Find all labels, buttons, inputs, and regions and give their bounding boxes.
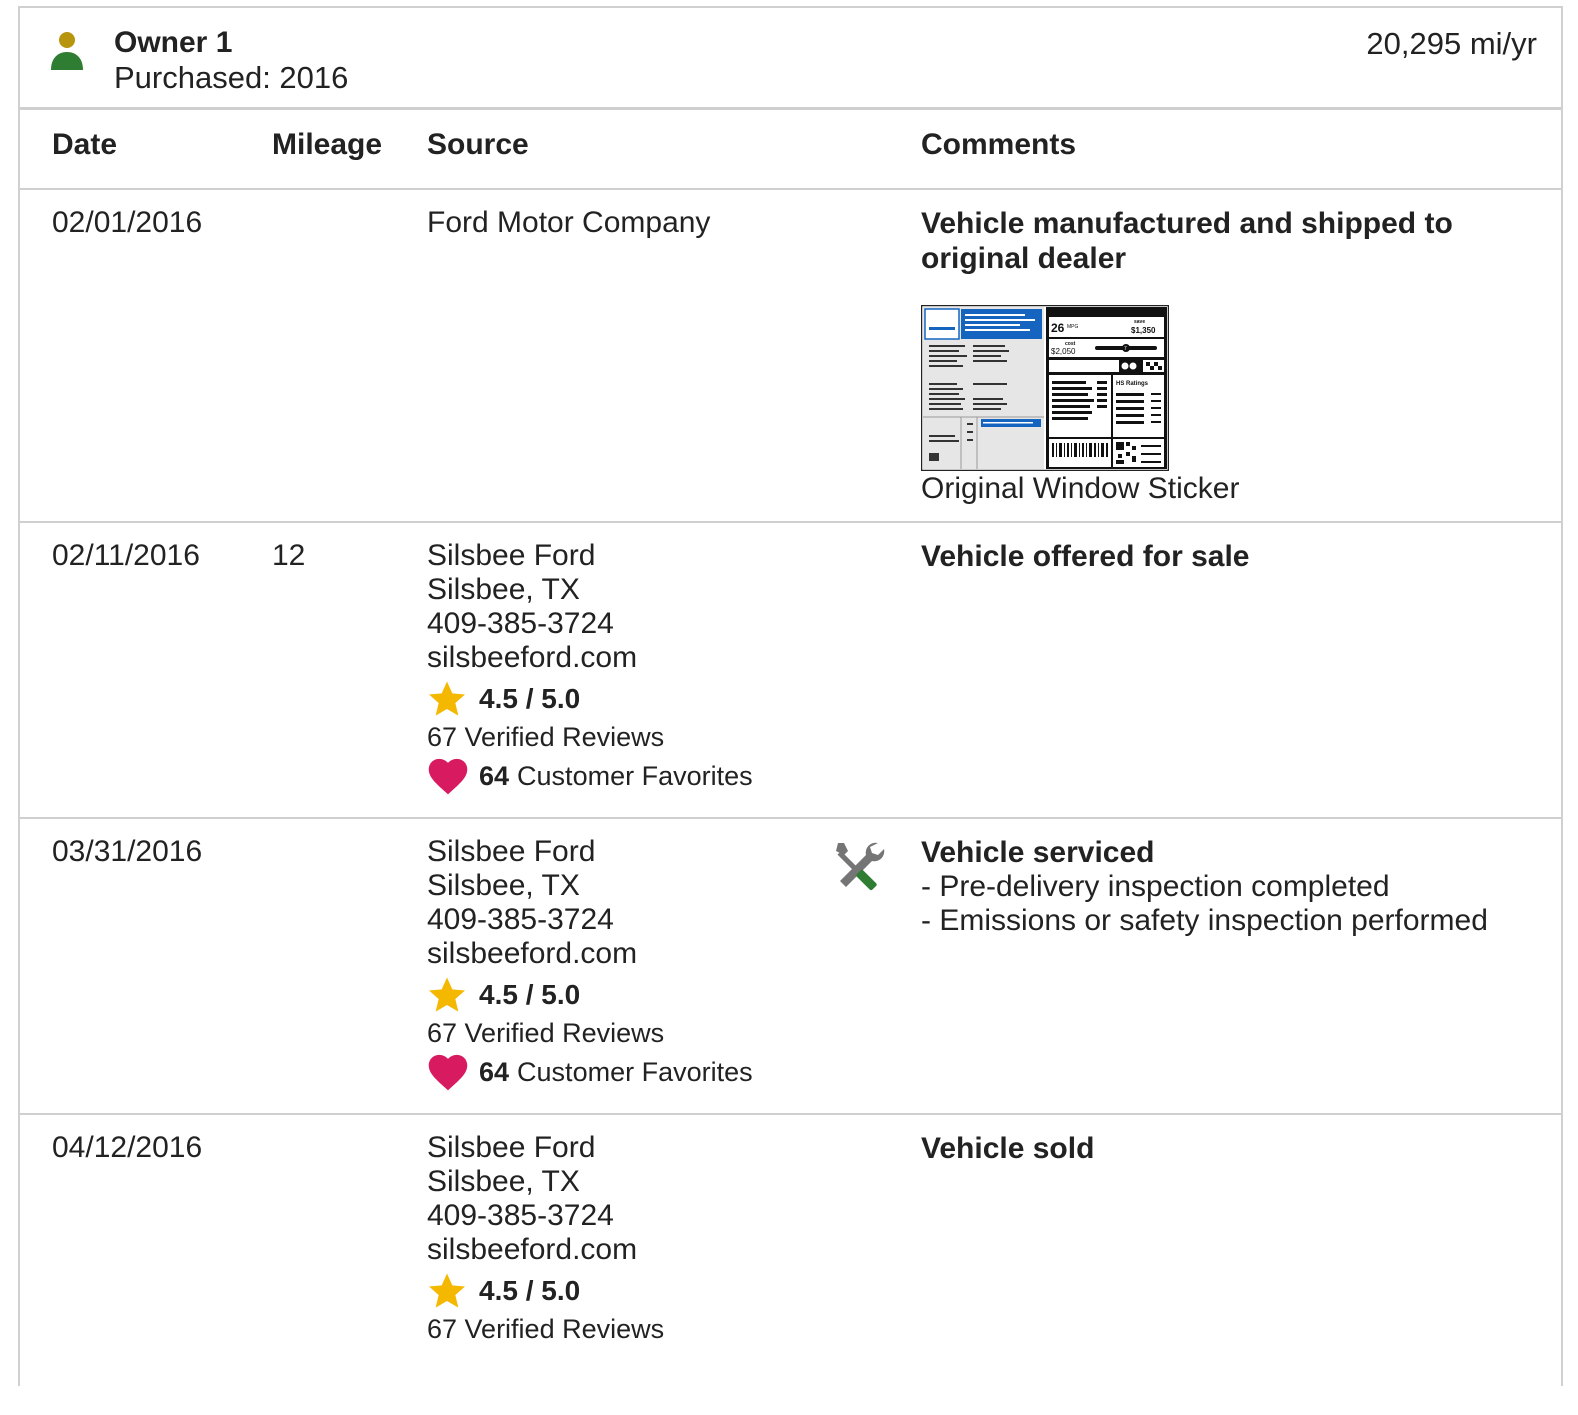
comment-item: - Emissions or safety inspection perform…	[921, 904, 1488, 937]
comment-item: - Pre-delivery inspection completed	[921, 870, 1390, 903]
row-source: Ford Motor Company	[427, 206, 710, 240]
row-mileage: 12	[272, 539, 306, 572]
favorites-label: Customer Favorites	[517, 1057, 753, 1087]
source-website[interactable]: silsbeeford.com	[427, 1233, 664, 1267]
source-phone[interactable]: 409-385-3724	[427, 607, 753, 641]
row-source: Silsbee Ford Silsbee, TX 409-385-3724 si…	[427, 835, 753, 1093]
sticker-cost-amount: $2,050	[1051, 347, 1076, 356]
row-date: 02/11/2016	[52, 539, 200, 572]
dealer-rating[interactable]: 4.5 / 5.0	[427, 1271, 664, 1311]
customer-favorites: 64 Customer Favorites	[427, 755, 753, 797]
owner-header: Owner 1 Purchased: 2016 20,295 mi/yr	[20, 8, 1561, 110]
person-icon	[51, 32, 83, 70]
sticker-mpg: 26	[1051, 321, 1065, 335]
heart-icon	[428, 1054, 468, 1091]
dealer-rating[interactable]: 4.5 / 5.0	[427, 679, 753, 719]
rating-value: 4.5 / 5.0	[479, 1275, 581, 1306]
column-header-mileage: Mileage	[272, 128, 383, 161]
source-location: Silsbee, TX	[427, 1165, 580, 1198]
source-location: Silsbee, TX	[427, 573, 580, 606]
sticker-mpg-unit: MPG	[1067, 324, 1079, 330]
column-header-comments: Comments	[921, 128, 1077, 161]
row-source: Silsbee Ford Silsbee, TX 409-385-3724 si…	[427, 539, 753, 797]
verified-reviews-link[interactable]: 67 Verified Reviews	[427, 1015, 753, 1051]
source-name: Silsbee Ford	[427, 539, 596, 572]
customer-favorites: 64 Customer Favorites	[427, 1051, 753, 1093]
column-header-source: Source	[427, 128, 529, 161]
row-comments: Vehicle manufactured and shipped to orig…	[921, 206, 1481, 276]
window-sticker-caption[interactable]: Original Window Sticker	[921, 471, 1239, 507]
owner-title: Owner 1	[114, 26, 233, 59]
sticker-ratings-label: HS Ratings	[1116, 381, 1149, 387]
source-website[interactable]: silsbeeford.com	[427, 937, 753, 971]
heart-icon	[428, 758, 468, 795]
sticker-rating-number: 7	[1124, 346, 1127, 352]
comment-title: Vehicle sold	[921, 1132, 1095, 1165]
star-icon	[429, 1273, 465, 1308]
table-row: 04/12/2016 Silsbee Ford Silsbee, TX 409-…	[20, 1115, 1561, 1415]
table-row: 02/11/2016 12 Silsbee Ford Silsbee, TX 4…	[20, 523, 1561, 819]
star-icon	[429, 681, 465, 716]
favorites-count: 64	[479, 761, 510, 791]
source-name: Ford Motor Company	[427, 206, 711, 239]
dealer-rating[interactable]: 4.5 / 5.0	[427, 975, 753, 1015]
table-row: 02/01/2016 Ford Motor Company Vehicle ma…	[20, 190, 1561, 523]
source-phone[interactable]: 409-385-3724	[427, 1199, 664, 1233]
tools-icon	[836, 842, 885, 891]
window-sticker-thumbnail[interactable]: 26 MPG save $1,350 cost $2,050 7 HS Rati…	[921, 305, 1169, 471]
window-sticker-link[interactable]: 26 MPG save $1,350 cost $2,050 7 HS Rati…	[921, 305, 1239, 507]
comment-title: Vehicle offered for sale	[921, 540, 1250, 573]
source-name: Silsbee Ford	[427, 835, 596, 868]
star-icon	[429, 977, 465, 1012]
source-name: Silsbee Ford	[427, 1131, 596, 1164]
source-phone[interactable]: 409-385-3724	[427, 903, 753, 937]
table-row: 03/31/2016 Silsbee Ford Silsbee, TX 409-…	[20, 819, 1561, 1115]
row-date: 03/31/2016	[52, 835, 203, 868]
comment-title: Vehicle manufactured and shipped to orig…	[921, 207, 1453, 275]
sticker-save-amount: $1,350	[1131, 326, 1156, 335]
owner-purchased-year: Purchased: 2016	[114, 60, 349, 95]
favorites-count: 64	[479, 1057, 510, 1087]
owner-mileage-per-year: 20,295 mi/yr	[1366, 26, 1537, 61]
source-website[interactable]: silsbeeford.com	[427, 641, 753, 675]
favorites-label: Customer Favorites	[517, 761, 753, 791]
source-location: Silsbee, TX	[427, 869, 580, 902]
history-report-card: Owner 1 Purchased: 2016 20,295 mi/yr Dat…	[18, 6, 1563, 1386]
row-date: 02/01/2016	[52, 206, 203, 239]
rating-value: 4.5 / 5.0	[479, 683, 581, 714]
row-date: 04/12/2016	[52, 1131, 203, 1164]
row-source: Silsbee Ford Silsbee, TX 409-385-3724 si…	[427, 1131, 664, 1347]
sticker-save-label: save	[1134, 319, 1145, 325]
row-comments: Vehicle serviced - Pre-delivery inspecti…	[921, 835, 1541, 938]
column-header-date: Date	[52, 128, 118, 161]
comment-title: Vehicle serviced	[921, 836, 1155, 869]
row-comments: Vehicle sold	[921, 1131, 1521, 1166]
verified-reviews-link[interactable]: 67 Verified Reviews	[427, 1311, 664, 1347]
rating-value: 4.5 / 5.0	[479, 979, 581, 1010]
row-comments: Vehicle offered for sale	[921, 539, 1521, 574]
table-header: Date Mileage Source Comments	[20, 110, 1561, 190]
verified-reviews-link[interactable]: 67 Verified Reviews	[427, 719, 753, 755]
